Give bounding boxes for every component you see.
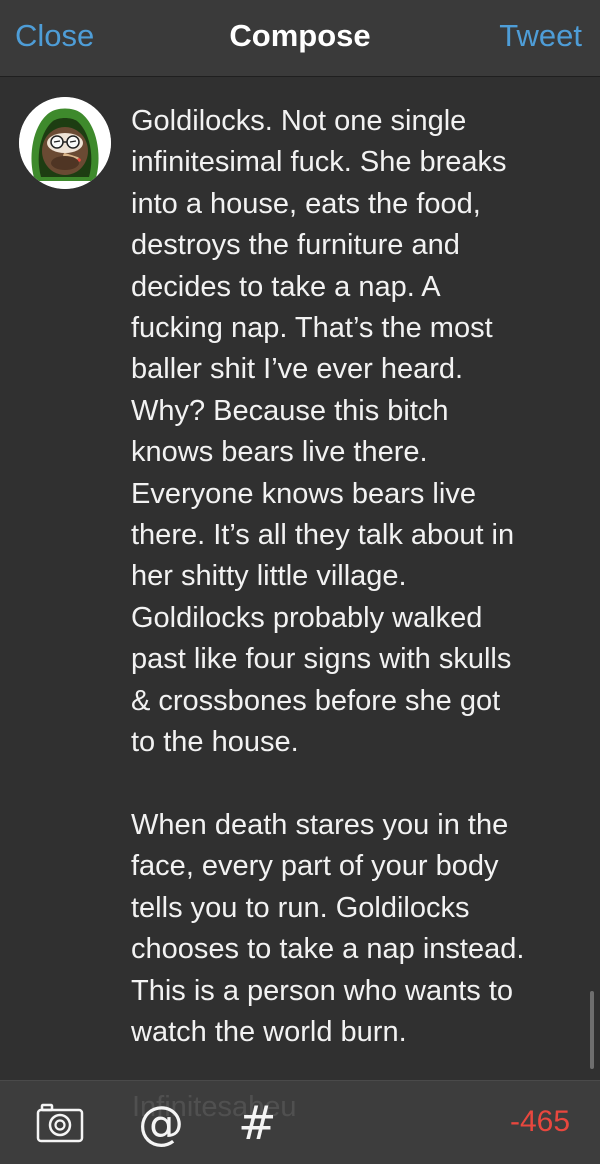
scrollbar[interactable] bbox=[590, 991, 594, 1069]
mention-button[interactable]: @ bbox=[138, 1097, 184, 1149]
tweet-button[interactable]: Tweet bbox=[499, 17, 582, 55]
hashtag-button[interactable]: # bbox=[238, 1097, 277, 1149]
character-count: -465 bbox=[509, 1105, 570, 1138]
avatar-image bbox=[19, 97, 111, 189]
navigation-bar: Close Compose Tweet bbox=[0, 0, 600, 77]
compose-toolbar: Infinitesabeu @ # -465 bbox=[0, 1080, 600, 1164]
camera-icon[interactable] bbox=[36, 1103, 84, 1148]
tweet-text-input[interactable]: Goldilocks. Not one single infinitesimal… bbox=[131, 101, 581, 1053]
compose-area[interactable]: Goldilocks. Not one single infinitesimal… bbox=[0, 77, 600, 1080]
avatar bbox=[19, 97, 111, 189]
